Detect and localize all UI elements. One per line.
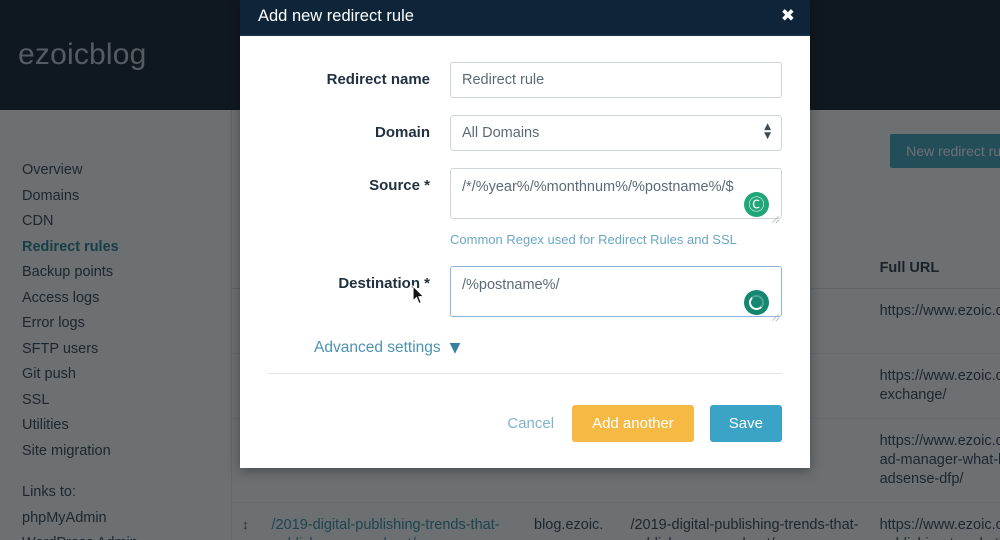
chevron-down-icon: ▼ xyxy=(449,340,461,356)
grammarly-spinner-icon[interactable] xyxy=(744,290,769,315)
redirect-name-input[interactable] xyxy=(450,62,782,98)
grammarly-g-icon[interactable]: Ⓒ xyxy=(744,192,769,217)
modal-footer: Cancel Add another Save xyxy=(505,405,782,442)
save-button[interactable]: Save xyxy=(709,405,782,442)
modal-body: Redirect name Domain ▲▼ xyxy=(240,36,810,357)
source-input[interactable] xyxy=(450,168,782,219)
advanced-settings-toggle[interactable]: Advanced settings ▼ xyxy=(268,339,782,357)
common-regex-help-link[interactable]: Common Regex used for Redirect Rules and… xyxy=(450,232,737,247)
advanced-settings-label: Advanced settings xyxy=(314,339,441,356)
field-row-source: Source * Ⓒ Common Regex used for Redirec… xyxy=(268,168,782,249)
add-another-button[interactable]: Add another xyxy=(572,405,694,442)
field-row-redirect-name: Redirect name xyxy=(268,62,782,98)
cancel-button[interactable]: Cancel xyxy=(505,409,556,438)
domain-select[interactable] xyxy=(450,115,782,151)
modal-divider xyxy=(268,373,782,374)
app-root: ezoicblog Overview Domains CDN Redirect … xyxy=(0,0,1000,540)
add-redirect-rule-modal: Add new redirect rule ✖ Redirect name Do… xyxy=(240,0,810,468)
field-row-domain: Domain ▲▼ xyxy=(268,115,782,151)
destination-input[interactable] xyxy=(450,266,782,317)
redirect-name-label: Redirect name xyxy=(326,71,430,88)
domain-label: Domain xyxy=(374,124,430,141)
mouse-cursor xyxy=(412,284,426,310)
source-label: Source * xyxy=(369,177,430,194)
close-icon[interactable]: ✖ xyxy=(781,5,795,27)
field-row-destination: Destination * xyxy=(268,266,782,322)
modal-header: Add new redirect rule ✖ xyxy=(240,0,810,36)
modal-title: Add new redirect rule xyxy=(258,7,414,25)
